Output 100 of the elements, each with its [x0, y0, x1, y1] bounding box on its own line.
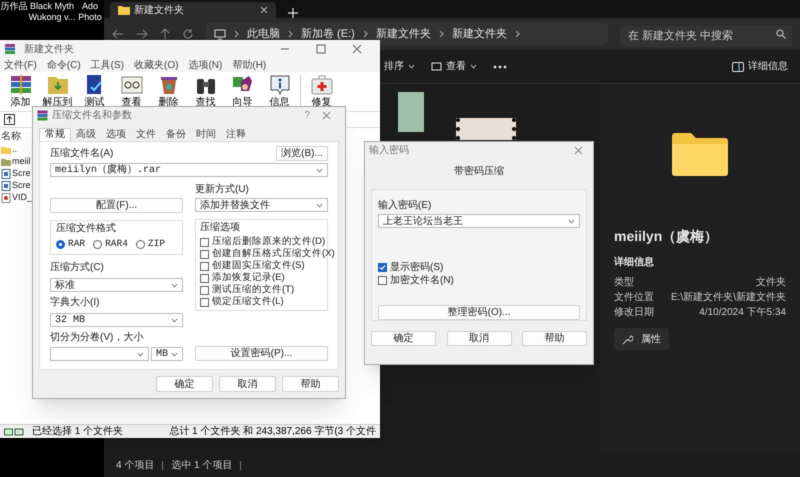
dialog-tab[interactable]: 注释: [221, 129, 251, 141]
checkbox[interactable]: [378, 263, 387, 272]
radio-button[interactable]: [136, 240, 145, 249]
property-label: 类型: [614, 276, 634, 290]
breadcrumb-item[interactable]: 新加卷 (E:): [301, 26, 355, 42]
forward-arrow-icon[interactable]: [136, 29, 148, 39]
desktop-icon-label[interactable]: Ado Photo: [77, 1, 103, 23]
dialog-tab[interactable]: 高级: [71, 129, 101, 141]
radio-option[interactable]: RAR: [56, 237, 86, 252]
file-row[interactable]: Scre: [1, 168, 32, 180]
radio-button[interactable]: [56, 240, 65, 249]
maximize-icon[interactable]: [316, 44, 326, 54]
menu-item[interactable]: 命令(C): [46, 58, 81, 72]
field-label: 切分为分卷(V)，大小: [50, 330, 144, 346]
section-heading: 详细信息: [614, 255, 655, 270]
organize-passwords-button[interactable]: 整理密码(O)...: [378, 305, 580, 320]
radio-option[interactable]: RAR4: [93, 237, 128, 252]
unit-dropdown[interactable]: MB: [151, 347, 183, 362]
status-text: 已经选择 1 个文件夹: [32, 424, 124, 439]
dialog-tab[interactable]: 常规: [39, 128, 71, 141]
chevron-down-icon: [568, 218, 575, 224]
menu-item[interactable]: 工具(S): [90, 58, 124, 72]
checkbox-label[interactable]: 添加恢复记录(E): [212, 270, 285, 286]
checkbox[interactable]: [200, 298, 209, 306]
search-icon: [776, 29, 786, 39]
checkbox[interactable]: [200, 262, 209, 270]
dialog-button[interactable]: 确定: [156, 376, 213, 392]
explorer-tab[interactable]: 新建文件夹: [110, 2, 276, 18]
desktop-icon-label[interactable]: Black Myth Wukong v...: [28, 1, 76, 23]
file-row[interactable]: VID_: [1, 192, 32, 204]
update-mode-dropdown[interactable]: 添加并替换文件: [195, 198, 328, 212]
compression-method-dropdown[interactable]: 标准: [50, 278, 183, 292]
dialog-button[interactable]: 帮助: [282, 376, 339, 392]
profiles-button[interactable]: 配置(F)...: [50, 198, 183, 213]
stacked-books-icon: [8, 73, 32, 97]
dialog-button[interactable]: 帮助: [522, 331, 587, 346]
dialog-button[interactable]: 取消: [446, 331, 512, 346]
folder-icon: [118, 5, 130, 15]
close-icon[interactable]: [260, 6, 268, 14]
breadcrumb-item[interactable]: 此电脑: [247, 26, 280, 42]
status-text: 选中 1 个项目: [171, 458, 232, 472]
archive-name-field[interactable]: meiilyn（虞梅）.rar: [50, 163, 328, 177]
chevron-down-icon: [171, 352, 178, 357]
address-bar[interactable]: 此电脑 新加卷 (E:) 新建文件夹 新建文件夹: [206, 23, 608, 45]
checkbox-label[interactable]: 压缩后删除原来的文件(D): [212, 234, 326, 250]
checkbox-label[interactable]: 显示密码(S): [390, 260, 444, 276]
checkbox[interactable]: [200, 274, 209, 282]
radio-option[interactable]: ZIP: [136, 237, 166, 252]
checkbox-label[interactable]: 加密文件名(N): [390, 273, 454, 288]
plus-icon[interactable]: [288, 8, 298, 18]
checkbox-label[interactable]: 测试压缩的文件(T): [212, 282, 294, 298]
details-button[interactable]: 详细信息: [732, 59, 788, 74]
dialog-tab[interactable]: 备份: [161, 129, 191, 141]
menu-item[interactable]: 选项(N): [188, 58, 222, 72]
dialog-button[interactable]: 确定: [371, 331, 436, 346]
video-thumbnail[interactable]: [456, 118, 516, 140]
dialog-tab[interactable]: 文件: [131, 129, 161, 141]
breadcrumb-item[interactable]: 新建文件夹: [452, 26, 507, 42]
file-row[interactable]: Scre: [1, 180, 32, 192]
password-field[interactable]: 上老王论坛当老王: [378, 214, 580, 228]
menu-item[interactable]: 文件(F): [4, 58, 37, 72]
up-arrow-icon[interactable]: [160, 28, 170, 40]
up-folder-icon[interactable]: [4, 114, 15, 125]
dictionary-size-dropdown[interactable]: 32 MB: [50, 313, 183, 328]
checkbox[interactable]: [378, 276, 387, 286]
browse-button[interactable]: 浏览(B)...: [276, 146, 328, 161]
dialog-tab[interactable]: 选项: [101, 129, 131, 141]
checkbox[interactable]: [200, 238, 209, 246]
toolbar-button[interactable]: 排序: [384, 59, 415, 74]
more-icon[interactable]: [493, 64, 507, 68]
file-row[interactable]: meiil: [1, 156, 32, 168]
chevron-icon: [288, 30, 293, 38]
back-arrow-icon[interactable]: [112, 29, 124, 39]
dialog-tab[interactable]: 时间: [191, 129, 221, 141]
refresh-icon[interactable]: [182, 28, 194, 40]
checkbox[interactable]: [200, 286, 209, 294]
menu-item[interactable]: 收藏夹(O): [134, 58, 178, 72]
toolbar-button[interactable]: 添加: [4, 73, 37, 111]
monitor-icon: [431, 62, 442, 72]
toolbar-button[interactable]: 查看: [431, 59, 477, 74]
radio-button[interactable]: [93, 240, 102, 249]
dialog-button[interactable]: 取消: [219, 376, 276, 392]
stacked-books-icon: [4, 43, 16, 55]
checkbox[interactable]: [200, 250, 209, 258]
file-row[interactable]: ..: [1, 144, 32, 156]
chevron-down-icon: [408, 64, 415, 69]
close-icon[interactable]: [352, 44, 362, 54]
monitor-icon: [214, 28, 226, 40]
properties-button[interactable]: 属性: [614, 328, 669, 350]
menu-item[interactable]: 帮助(H): [232, 58, 266, 72]
checkbox-label[interactable]: 创建固实压缩文件(S): [212, 258, 305, 274]
set-password-button[interactable]: 设置密码(P)...: [195, 346, 328, 362]
desktop-icon-label[interactable]: 历作品: [0, 1, 28, 12]
checkbox-label[interactable]: 锁定压缩文件(L): [212, 294, 284, 310]
tab-title: 新建文件夹: [134, 4, 185, 18]
search-field[interactable]: 在 新建文件夹 中搜索: [620, 25, 792, 47]
field-label: 输入密码(E): [378, 198, 432, 213]
chevron-icon: [362, 30, 368, 38]
checkbox-label[interactable]: 创建自解压格式压缩文件(X): [212, 246, 335, 262]
breadcrumb-item[interactable]: 新建文件夹: [376, 26, 431, 42]
